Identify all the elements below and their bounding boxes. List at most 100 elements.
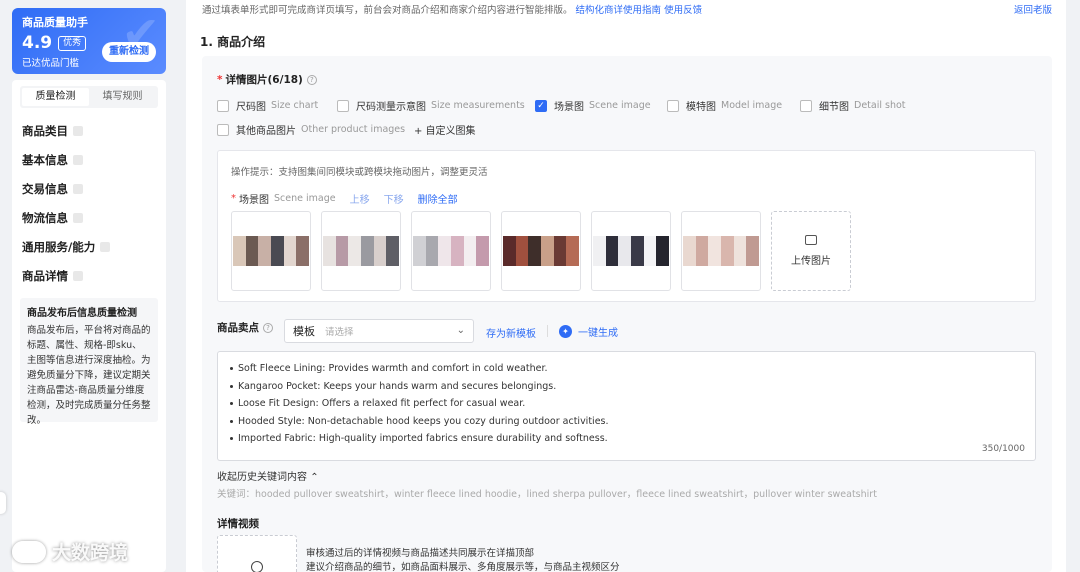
save-template-button[interactable]: 存为新模板 — [486, 325, 536, 340]
delete-all-button[interactable]: 删除全部 — [418, 191, 458, 206]
move-up-button[interactable]: 上移 — [350, 191, 370, 206]
main-content: 通过填表单形式即可完成商详页填写，前台会对商品介绍和商家介绍内容进行智能排版。 … — [186, 0, 1066, 572]
template-tag: 模板 — [293, 325, 315, 338]
checkbox-checked-icon[interactable]: ✓ — [535, 99, 547, 112]
one-click-generate-button[interactable]: ✦ 一键生成 — [559, 324, 618, 339]
upload-video-button[interactable] — [217, 535, 297, 572]
nav-item-label: 商品类目 — [22, 123, 68, 138]
nav-item-label: 交易信息 — [22, 181, 68, 196]
grade-badge: 优秀 — [58, 35, 87, 51]
scene-label: 场景图 — [239, 195, 269, 206]
tab-fill-rules[interactable]: 填写规则 — [89, 88, 156, 106]
checkbox-box[interactable] — [667, 99, 679, 112]
nav-item-trade-info[interactable]: 交易信息 — [12, 174, 166, 203]
top-notice: 通过填表单形式即可完成商详页填写，前台会对商品介绍和商家介绍内容进行智能排版。 … — [202, 2, 702, 16]
chevron-down-icon: ⌄ — [456, 325, 465, 336]
checkbox-scene-image[interactable]: ✓ 场景图 Scene image — [535, 98, 651, 113]
collapse-history-button[interactable]: 收起历史关键词内容 ⌃ — [217, 468, 319, 483]
play-icon — [251, 561, 263, 572]
checkbox-box[interactable] — [217, 123, 229, 136]
checkbox-label-en: Other product images — [301, 124, 406, 135]
checkbox-label-en: Size chart — [271, 100, 319, 111]
floating-handle[interactable] — [0, 492, 6, 514]
side-tabs: 质量检测 填写规则 — [20, 86, 158, 108]
list-item: Soft Fleece Lining: Provides warmth and … — [230, 360, 1023, 378]
quality-score-card: ✔ 商品质量助手 4.9 优秀 已达优品门槛 重新检测 — [12, 8, 166, 74]
info-box-title: 商品发布后信息质量检测 — [27, 308, 137, 319]
image-upload-icon — [805, 235, 817, 245]
list-item: Loose Fit Design: Offers a relaxed fit p… — [230, 395, 1023, 413]
checkbox-detail-shot[interactable]: 细节图 Detail shot — [800, 98, 906, 113]
help-icon[interactable]: ? — [306, 75, 317, 85]
template-select[interactable]: 模板 请选择 ⌄ — [284, 319, 474, 343]
checkbox-size-measurements[interactable]: 尺码测量示意图 Size measurements — [337, 98, 525, 113]
operation-tip: 操作提示：支持图集间同模块或跨模块拖动图片，调整更灵活 — [231, 167, 488, 178]
video-description: 审核通过后的详情视频与商品描述共同展示在详描顶部 建议介绍商品的细节，如商品面料… — [306, 547, 620, 572]
detail-video-label: 详情视频 — [217, 518, 259, 530]
generate-label: 一键生成 — [578, 328, 618, 339]
scene-image-thumbnail[interactable] — [231, 211, 311, 291]
feedback-link[interactable]: 使用反馈 — [664, 5, 702, 16]
ai-generate-icon: ✦ — [559, 325, 572, 338]
checkbox-label: 尺码测量示意图 — [356, 102, 426, 113]
checkbox-box[interactable] — [337, 99, 349, 112]
scene-image-thumbnail[interactable] — [321, 211, 401, 291]
selling-points-label: 商品卖点 ? — [217, 320, 273, 335]
list-item: Imported Fabric: High-quality imported f… — [230, 430, 1023, 448]
template-placeholder: 请选择 — [325, 327, 354, 338]
detail-images-label-text: 详情图片(6/18) — [225, 74, 303, 86]
upload-image-button[interactable]: 上传图片 — [771, 211, 851, 291]
checkbox-model-image[interactable]: 模特图 Model image — [667, 98, 782, 113]
post-publish-info-box: 商品发布后信息质量检测 商品发布后，平台将对商品的标题、属性、规格-即sku、主… — [20, 298, 158, 426]
checkbox-label: 模特图 — [686, 102, 716, 113]
watermark-text: 大数跨境 — [52, 542, 129, 564]
nav-list: 商品类目 基本信息 交易信息 物流信息 通用服务/能力 商品详情 — [12, 116, 166, 290]
required-mark: * — [217, 74, 223, 86]
detail-images-label: * 详情图片(6/18)? — [217, 72, 317, 87]
sidebar: ✔ 商品质量助手 4.9 优秀 已达优品门槛 重新检测 质量检测 填写规则 商品… — [0, 0, 168, 572]
chevron-up-icon: ⌃ — [310, 472, 319, 483]
scene-image-thumbnail[interactable] — [681, 211, 761, 291]
status-icon — [73, 183, 83, 194]
history-keywords: 关键词：hooded pullover sweatshirt，winter fl… — [217, 489, 877, 500]
checkbox-size-chart[interactable]: 尺码图 Size chart — [217, 98, 318, 113]
nav-item-basic-info[interactable]: 基本信息 — [12, 145, 166, 174]
required-mark: * — [231, 193, 236, 204]
checkbox-label: 其他商品图片 — [236, 126, 296, 137]
upload-label: 上传图片 — [791, 256, 831, 267]
divider — [547, 325, 548, 337]
scene-image-thumbnail[interactable] — [591, 211, 671, 291]
tab-quality-check[interactable]: 质量检测 — [22, 88, 89, 106]
nav-item-label: 商品详情 — [22, 268, 68, 283]
scene-image-thumbnail[interactable] — [411, 211, 491, 291]
video-desc-line: 建议介绍商品的细节，如商品面料展示、多角度展示等，与商品主视频区分 — [306, 562, 620, 572]
checkbox-label: 尺码图 — [236, 102, 266, 113]
checkbox-other-images[interactable]: 其他商品图片 Other product images — [217, 122, 405, 137]
back-to-old-version-link[interactable]: 返回老版 — [1014, 2, 1052, 16]
nav-item-services[interactable]: 通用服务/能力 — [12, 232, 166, 261]
nav-item-category[interactable]: 商品类目 — [12, 116, 166, 145]
side-panel: 质量检测 填写规则 商品类目 基本信息 交易信息 物流信息 通用服务/能力 商品… — [12, 80, 166, 572]
nav-item-details[interactable]: 商品详情 — [12, 261, 166, 290]
nav-item-logistics[interactable]: 物流信息 — [12, 203, 166, 232]
recheck-button[interactable]: 重新检测 — [102, 42, 156, 62]
selling-points-textarea[interactable]: Soft Fleece Lining: Provides warmth and … — [217, 351, 1036, 461]
checkbox-box[interactable] — [800, 99, 812, 112]
custom-set-button[interactable]: + 自定义图集 — [414, 122, 476, 137]
thumbnail-list: 上传图片 — [231, 211, 851, 291]
section-title: 1. 商品介绍 — [200, 35, 266, 49]
guide-link[interactable]: 结构化商详使用指南 — [576, 5, 662, 16]
status-icon — [73, 154, 83, 165]
move-down-button[interactable]: 下移 — [384, 191, 404, 206]
checkbox-label: 场景图 — [554, 102, 584, 113]
watermark-logo-icon — [12, 540, 46, 563]
notice-text: 通过填表单形式即可完成商详页填写，前台会对商品介绍和商家介绍内容进行智能排版。 — [202, 5, 573, 16]
help-icon[interactable]: ? — [263, 322, 273, 333]
scene-image-header: * 场景图 Scene image 上移 下移 删除全部 — [231, 191, 458, 206]
scene-image-thumbnail[interactable] — [501, 211, 581, 291]
character-counter: 350/1000 — [981, 444, 1025, 454]
checkbox-box[interactable] — [217, 99, 229, 112]
list-item: Kangaroo Pocket: Keeps your hands warm a… — [230, 378, 1023, 396]
status-icon — [73, 212, 83, 223]
thumbnail-image — [233, 236, 310, 266]
